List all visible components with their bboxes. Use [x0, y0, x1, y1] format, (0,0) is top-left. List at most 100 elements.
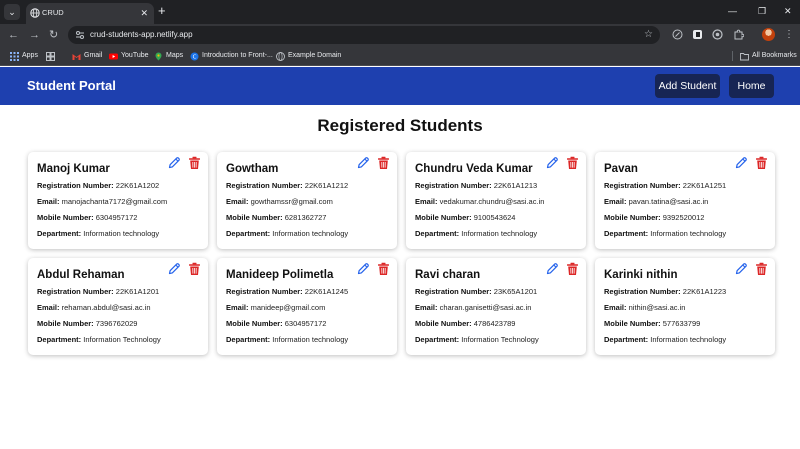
page-title: Registered Students [317, 116, 483, 135]
minimize-icon[interactable]: — [728, 5, 737, 17]
field-label: Mobile Number: [37, 319, 94, 328]
bookmark-label: Maps [166, 52, 184, 59]
student-mobile-field: Mobile Number: 6281362727 [226, 213, 326, 223]
student-dept-field: Department: Information Technology [415, 335, 539, 345]
field-label: Registration Number: [415, 181, 492, 190]
student-email-field: Email: manideep@gmail.com [226, 303, 325, 313]
field-label: Registration Number: [226, 287, 303, 296]
student-reg-field: Registration Number: 22K61A1251 [604, 181, 726, 191]
student-card: Abdul Rehaman Registration Number: 22K61A… [28, 258, 208, 355]
field-label: Email: [604, 303, 627, 312]
field-value: nithin@sasi.ac.in [628, 303, 686, 312]
field-value: Information technology [650, 229, 727, 238]
youtube-icon [109, 53, 118, 59]
bookmark-apps[interactable]: Apps [10, 50, 38, 62]
bookmark-gmail[interactable]: Gmail [72, 50, 102, 62]
bookmark-maps[interactable]: Maps [154, 50, 183, 62]
new-tab-plus-icon[interactable]: + [158, 4, 166, 18]
delete-trash-icon[interactable] [566, 262, 579, 276]
field-value: gowthamssr@gmail.com [250, 197, 333, 206]
field-value: 4786423789 [473, 319, 516, 328]
student-reg-field: Registration Number: 23K65A1201 [415, 287, 537, 297]
student-name: Ravi charan [415, 269, 481, 281]
extension-square-icon[interactable] [692, 29, 703, 40]
edit-pencil-icon[interactable] [545, 262, 559, 276]
bookmark-youtube[interactable]: YouTube [109, 50, 149, 62]
field-label: Department: [415, 335, 460, 344]
field-label: Registration Number: [226, 181, 303, 190]
browser-tab[interactable]: CRUD ✕ [26, 3, 154, 24]
field-label: Email: [415, 303, 438, 312]
bookmark-label: YouTube [121, 52, 149, 59]
edit-pencil-icon[interactable] [167, 262, 181, 276]
restore-icon[interactable]: ❐ [758, 5, 766, 17]
student-reg-field: Registration Number: 22K61A1223 [604, 287, 726, 297]
student-email-field: Email: charan.ganisetti@sasi.ac.in [415, 303, 531, 313]
student-mobile-field: Mobile Number: 7396762029 [37, 319, 137, 329]
profile-avatar[interactable] [762, 28, 775, 41]
edit-pencil-icon[interactable] [167, 156, 181, 170]
all-bookmarks-button[interactable]: All Bookmarks [740, 50, 797, 62]
address-bar[interactable]: crud-students-app.netlify.app ☆ [68, 26, 660, 44]
student-email-field: Email: nithin@sasi.ac.in [604, 303, 685, 313]
field-label: Email: [415, 197, 438, 206]
close-tab-icon[interactable]: ✕ [140, 7, 148, 19]
field-label: Department: [415, 229, 460, 238]
student-dept-field: Department: Information technology [604, 229, 726, 239]
field-label: Registration Number: [37, 181, 114, 190]
add-student-button[interactable]: Add Student [655, 74, 720, 98]
student-card: Manoj Kumar Registration Number: 22K61A12… [28, 152, 208, 249]
field-value: 6281362727 [284, 213, 327, 222]
field-value: Information technology [83, 229, 160, 238]
bookmark-tab-groups[interactable] [46, 50, 55, 62]
delete-trash-icon[interactable] [188, 262, 201, 276]
student-card: Gowtham Registration Number: 22K61A1212 Em… [217, 152, 397, 249]
field-value: Information Technology [461, 335, 539, 344]
delete-trash-icon[interactable] [188, 156, 201, 170]
field-label: Registration Number: [604, 181, 681, 190]
edit-pencil-icon[interactable] [734, 262, 748, 276]
delete-trash-icon[interactable] [377, 262, 390, 276]
student-reg-field: Registration Number: 22K61A1201 [37, 287, 159, 297]
delete-trash-icon[interactable] [377, 156, 390, 170]
edit-pencil-icon[interactable] [545, 156, 559, 170]
field-label: Mobile Number: [604, 213, 661, 222]
svg-text:C: C [193, 54, 197, 60]
field-value: 9392520012 [662, 213, 705, 222]
extension-compass-icon[interactable] [672, 29, 683, 40]
globe-icon [30, 8, 40, 18]
bookmark-example-domain[interactable]: Example Domain [276, 50, 341, 62]
extensions-puzzle-icon[interactable] [733, 29, 744, 40]
delete-trash-icon[interactable] [755, 262, 768, 276]
student-mobile-field: Mobile Number: 577633799 [604, 319, 700, 329]
site-icon: C [190, 52, 199, 60]
forward-arrow-icon[interactable]: → [29, 28, 40, 42]
student-dept-field: Department: Information technology [415, 229, 537, 239]
student-dept-field: Department: Information technology [604, 335, 726, 345]
edit-pencil-icon[interactable] [734, 156, 748, 170]
extension-circle-icon[interactable] [712, 29, 723, 40]
more-menu-icon[interactable]: ⋮ [784, 28, 794, 42]
site-info-tune-icon[interactable] [74, 29, 86, 41]
reload-icon[interactable]: ↻ [49, 28, 58, 42]
field-label: Email: [37, 303, 60, 312]
field-value: 22K61A1251 [682, 181, 727, 190]
bookmark-star-icon[interactable]: ☆ [644, 28, 653, 42]
field-value: manideep@gmail.com [250, 303, 326, 312]
field-label: Registration Number: [37, 287, 114, 296]
field-label: Registration Number: [604, 287, 681, 296]
bookmark-label: Example Domain [288, 52, 342, 59]
gmail-icon [72, 53, 81, 60]
tab-search-chevron-down-icon[interactable]: ⌄ [4, 4, 20, 20]
edit-pencil-icon[interactable] [356, 156, 370, 170]
edit-pencil-icon[interactable] [356, 262, 370, 276]
home-button[interactable]: Home [729, 74, 774, 98]
window-close-icon[interactable]: ✕ [784, 5, 792, 17]
delete-trash-icon[interactable] [566, 156, 579, 170]
delete-trash-icon[interactable] [755, 156, 768, 170]
student-reg-field: Registration Number: 22K61A1212 [226, 181, 348, 191]
student-dept-field: Department: Information technology [37, 229, 159, 239]
back-arrow-icon[interactable]: ← [8, 28, 19, 42]
maps-icon [155, 52, 162, 60]
bookmark-intro-front-end[interactable]: C Introduction to Front-... [190, 50, 273, 62]
